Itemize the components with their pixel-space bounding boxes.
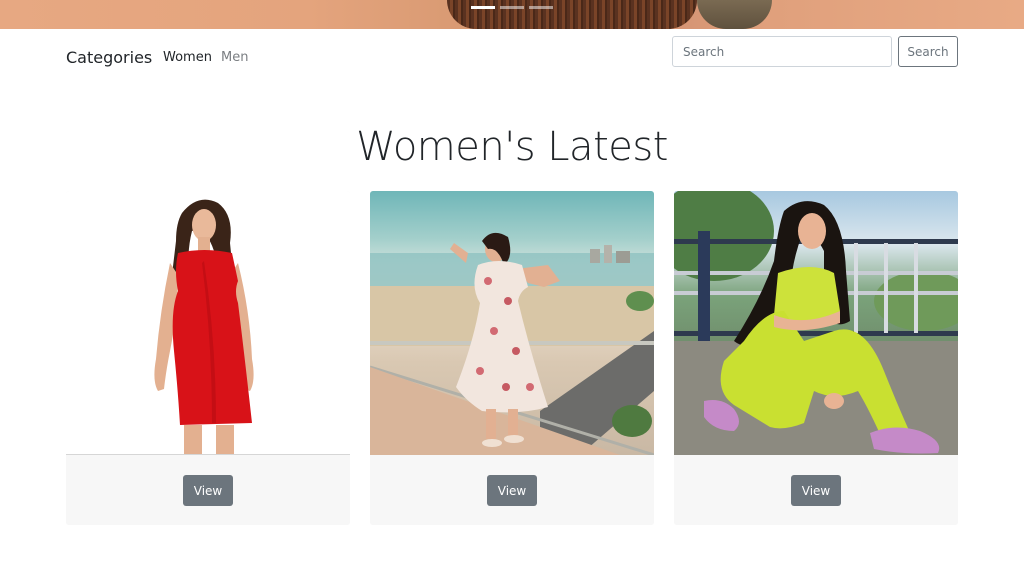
card-footer: View — [674, 455, 958, 525]
product-card: View — [370, 191, 654, 525]
card-footer: View — [66, 455, 350, 525]
carousel-image-hair — [447, 0, 697, 29]
view-button[interactable]: View — [791, 475, 841, 506]
woman-lime-outfit-photo[interactable] — [674, 191, 958, 455]
woman-floral-dress-photo[interactable] — [370, 191, 654, 455]
nav-link-men[interactable]: Men — [221, 50, 248, 65]
carousel-indicator-2[interactable] — [500, 6, 524, 9]
nav-link-women[interactable]: Women — [163, 50, 212, 65]
carousel-indicators — [471, 6, 553, 9]
product-card: View — [66, 191, 350, 525]
woman-red-dress-photo[interactable] — [66, 191, 350, 455]
product-card: View — [674, 191, 958, 525]
view-button[interactable]: View — [183, 475, 233, 506]
navbar-brand[interactable]: Categories — [66, 48, 152, 67]
page-title: Women's Latest — [356, 124, 668, 170]
carousel-image-jacket — [697, 0, 772, 29]
carousel-indicator-1[interactable] — [471, 6, 495, 9]
navbar: Categories Women Men Search — [0, 29, 1024, 87]
hero-carousel[interactable] — [0, 0, 1024, 29]
card-footer: View — [370, 455, 654, 525]
search-button[interactable]: Search — [898, 36, 958, 67]
search-input[interactable] — [672, 36, 892, 67]
view-button[interactable]: View — [487, 475, 537, 506]
carousel-indicator-3[interactable] — [529, 6, 553, 9]
